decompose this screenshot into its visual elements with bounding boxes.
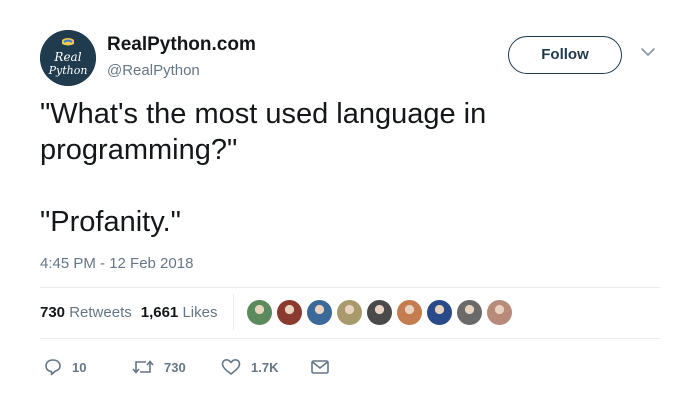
likes-label: Likes [182,304,218,321]
engagement-stats: 730 Retweets 1,661 Likes [40,304,217,321]
retweets-count: 730 [40,304,66,321]
like-button[interactable]: 1.7K [221,356,278,378]
liker-avatar[interactable] [276,299,303,326]
follow-button[interactable]: Follow [508,36,622,74]
envelope-icon [311,360,329,374]
retweet-icon [132,360,154,374]
reply-button[interactable]: 10 [44,356,86,378]
chevron-down-icon[interactable] [640,45,656,57]
avatar-text-python: Python [48,64,88,77]
tweet-text: "What's the most used language in progra… [40,96,640,240]
liker-avatar[interactable] [306,299,333,326]
liker-avatar[interactable] [366,299,393,326]
liker-avatar[interactable] [246,299,273,326]
liker-avatar[interactable] [486,299,513,326]
direct-message-button[interactable] [310,356,330,378]
stats-separator [233,294,234,330]
like-count: 1.7K [251,359,279,375]
avatar[interactable]: Real Python [40,30,96,86]
tweet-text-answer: "Profanity." [40,206,181,238]
likes-stat[interactable]: 1,661 Likes [141,304,218,321]
divider-bottom [40,338,660,339]
tweet-card: Real Python RealPython.com @RealPython F… [0,0,700,402]
author-name[interactable]: RealPython.com [107,34,256,56]
retweets-stat[interactable]: 730 Retweets [40,304,132,321]
retweet-button[interactable]: 730 [132,356,186,378]
liker-avatar[interactable] [426,299,453,326]
liker-avatar[interactable] [456,299,483,326]
retweets-label: Retweets [69,304,132,321]
liker-avatar[interactable] [396,299,423,326]
likes-count: 1,661 [140,304,179,321]
avatar-text-real: Real [53,50,81,64]
retweet-count: 730 [164,359,186,375]
tweet-timestamp[interactable]: 4:45 PM - 12 Feb 2018 [40,255,193,272]
reply-count: 10 [72,359,87,375]
heart-icon [221,359,241,375]
divider-top [40,287,660,288]
author-handle[interactable]: @RealPython [107,62,200,79]
liker-avatars [246,299,516,327]
reply-icon [45,359,61,376]
tweet-text-question: "What's the most used language in progra… [40,98,487,166]
liker-avatar[interactable] [336,299,363,326]
